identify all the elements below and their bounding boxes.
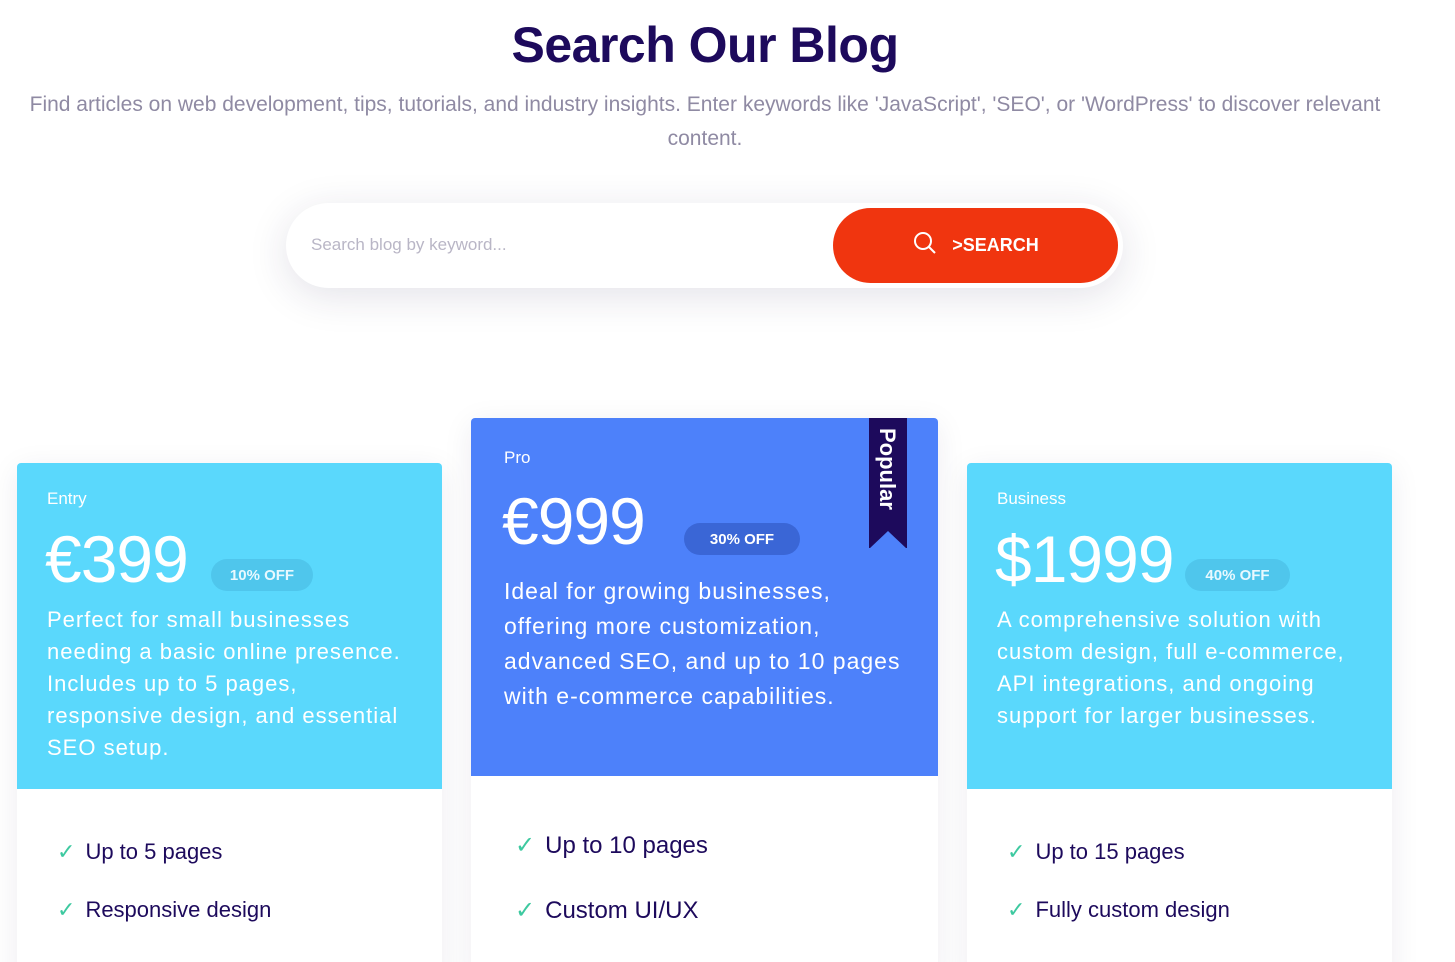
- plan-tier: Entry: [47, 489, 87, 508]
- plan-description: A comprehensive solution with custom des…: [997, 607, 1345, 728]
- search-button-label: >SEARCH: [952, 235, 1039, 255]
- card-header: Business $1999 40% OFF A comprehensive s…: [967, 463, 1392, 789]
- check-icon: ✓: [1007, 897, 1026, 922]
- page-title: Search Our Blog: [511, 17, 899, 73]
- feature-label: Responsive design: [85, 897, 272, 922]
- ribbon-label: Popular: [875, 428, 900, 510]
- page-description: Find articles on web development, tips, …: [29, 93, 1381, 150]
- pricing-card-entry[interactable]: Entry €399 10% OFF Perfect for small bus…: [17, 463, 442, 962]
- plan-price: €999: [502, 484, 646, 558]
- check-icon: ✓: [1007, 839, 1026, 864]
- feature-item: ✓ Up to 5 pages: [57, 839, 222, 865]
- plan-description: Perfect for small businesses needing a b…: [47, 607, 401, 760]
- check-icon: ✓: [57, 897, 76, 922]
- plan-description: Ideal for growing businesses, offering m…: [504, 578, 901, 709]
- feature-item: ✓ Up to 15 pages: [1007, 839, 1185, 865]
- check-icon: ✓: [57, 839, 76, 864]
- search-button[interactable]: >SEARCH: [833, 208, 1118, 283]
- discount-badge: 30% OFF: [684, 523, 800, 555]
- search-icon: [912, 230, 938, 261]
- plan-tier: Business: [997, 489, 1066, 508]
- plan-tier: Pro: [504, 448, 531, 467]
- plan-price: $1999: [995, 522, 1175, 596]
- check-icon: ✓: [515, 897, 536, 924]
- pricing-card-pro[interactable]: Pro €999 30% OFF Ideal for growing busin…: [471, 418, 938, 962]
- feature-label: Up to 15 pages: [1035, 839, 1185, 864]
- feature-item: ✓ Fully custom design: [1007, 897, 1230, 923]
- check-icon: ✓: [515, 832, 536, 859]
- feature-label: Custom UI/UX: [545, 896, 699, 924]
- feature-item: ✓ Up to 10 pages: [515, 831, 708, 860]
- popular-ribbon: Popular: [869, 418, 907, 549]
- pricing-card-business[interactable]: Business $1999 40% OFF A comprehensive s…: [967, 463, 1392, 962]
- discount-badge: 10% OFF: [211, 559, 313, 591]
- feature-label: Fully custom design: [1035, 897, 1230, 922]
- card-header: Pro €999 30% OFF Ideal for growing busin…: [471, 418, 938, 776]
- search-input[interactable]: [311, 225, 811, 265]
- feature-label: Up to 10 pages: [545, 831, 708, 859]
- discount-badge: 40% OFF: [1185, 559, 1290, 591]
- card-header: Entry €399 10% OFF Perfect for small bus…: [17, 463, 442, 789]
- feature-item: ✓ Custom UI/UX: [515, 896, 698, 925]
- feature-label: Up to 5 pages: [85, 839, 223, 864]
- search-bar: >SEARCH: [286, 203, 1123, 288]
- plan-price: €399: [45, 522, 189, 596]
- feature-item: ✓ Responsive design: [57, 897, 271, 923]
